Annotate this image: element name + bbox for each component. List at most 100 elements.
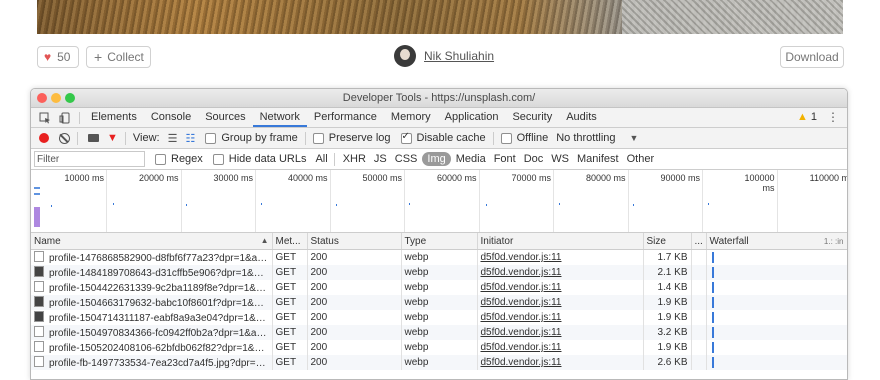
zoom-window-button[interactable] [65, 93, 75, 103]
group-by-frame-checkbox[interactable] [205, 132, 217, 144]
filter-type-font[interactable]: Font [491, 152, 519, 166]
like-button[interactable]: ♥ 50 [37, 46, 79, 68]
camera-icon[interactable] [88, 134, 99, 142]
initiator-link[interactable]: d5f0d.vendor.js:11 [481, 327, 562, 338]
warnings-counter[interactable]: ▲ 1 [797, 108, 817, 127]
preserve-log-checkbox[interactable] [312, 132, 324, 144]
cell-status: 200 [307, 249, 402, 265]
network-overview[interactable]: 10000 ms 20000 ms 30000 ms 40000 ms 50000 ms… [31, 170, 847, 233]
filter-type-media[interactable]: Media [453, 152, 489, 166]
filter-type-ws[interactable]: WS [548, 152, 572, 166]
download-button[interactable]: Download [780, 46, 844, 68]
group-by-frame-label: Group by frame [221, 132, 298, 144]
cell-initiator[interactable]: d5f0d.vendor.js:11 [477, 340, 644, 355]
cell-size: 1.7 KB [643, 249, 692, 265]
close-window-button[interactable] [37, 93, 47, 103]
column-method[interactable]: Met... [272, 233, 308, 250]
filter-type-other[interactable]: Other [624, 152, 658, 166]
column-status[interactable]: Status [307, 233, 402, 250]
overview-tick-label: 10000 ms [64, 173, 104, 183]
cell-waterfall [706, 265, 847, 280]
request-name: profile-fb-1497733534-7ea23cd7a4f5.jpg?d… [49, 358, 272, 369]
filter-type-xhr[interactable]: XHR [340, 152, 369, 166]
column-size[interactable]: Size [643, 233, 692, 250]
tab-console[interactable]: Console [144, 108, 198, 127]
initiator-link[interactable]: d5f0d.vendor.js:11 [481, 282, 562, 293]
tab-memory[interactable]: Memory [384, 108, 438, 127]
cell-name[interactable]: profile-1505202408106-62bfdb062f82?dpr=1… [31, 340, 273, 355]
tab-security[interactable]: Security [505, 108, 559, 127]
cell-initiator[interactable]: d5f0d.vendor.js:11 [477, 280, 644, 295]
author[interactable]: Nik Shuliahin [394, 45, 494, 67]
photo-image[interactable] [37, 0, 843, 34]
initiator-link[interactable]: d5f0d.vendor.js:11 [481, 252, 562, 263]
cell-status: 200 [307, 325, 402, 340]
disable-cache-checkbox[interactable] [400, 131, 412, 144]
cell-initiator[interactable]: d5f0d.vendor.js:11 [477, 249, 644, 265]
cell-initiator[interactable]: d5f0d.vendor.js:11 [477, 325, 644, 340]
tab-sources[interactable]: Sources [198, 108, 252, 127]
cell-initiator[interactable]: d5f0d.vendor.js:11 [477, 295, 644, 310]
initiator-link[interactable]: d5f0d.vendor.js:11 [481, 342, 562, 353]
author-name[interactable]: Nik Shuliahin [424, 49, 494, 63]
table-row[interactable]: profile-1505202408106-62bfdb062f82?dpr=1… [31, 340, 847, 355]
minimize-window-button[interactable] [51, 93, 61, 103]
initiator-link[interactable]: d5f0d.vendor.js:11 [481, 357, 562, 368]
cell-name[interactable]: profile-1504422631339-9c2ba1189f8e?dpr=1… [31, 280, 273, 295]
cell-initiator[interactable]: d5f0d.vendor.js:11 [477, 310, 644, 325]
table-row[interactable]: profile-1504970834366-fc0942ff0b2a?dpr=1… [31, 325, 847, 340]
tab-network[interactable]: Network [252, 108, 307, 127]
large-rows-icon[interactable]: ☰ [168, 132, 178, 145]
filter-type-css[interactable]: CSS [392, 152, 421, 166]
filter-type-all[interactable]: All [312, 152, 330, 166]
column-type[interactable]: Type [401, 233, 478, 250]
device-toolbar-icon[interactable] [59, 112, 71, 124]
cell-name[interactable]: profile-1504663179632-babc10f8601f?dpr=1… [31, 295, 273, 310]
table-row[interactable]: profile-1504714311187-eabf8a9a3e04?dpr=1… [31, 310, 847, 325]
hide-data-urls-checkbox[interactable] [212, 153, 224, 165]
overview-grid-line [478, 170, 480, 232]
cell-initiator[interactable]: d5f0d.vendor.js:11 [477, 265, 644, 280]
collect-button[interactable]: + Collect [86, 46, 151, 68]
table-row[interactable]: profile-1504663179632-babc10f8601f?dpr=1… [31, 295, 847, 310]
cell-name[interactable]: profile-1484189708643-d31cffb5e906?dpr=1… [31, 265, 273, 280]
table-row[interactable]: profile-1504422631339-9c2ba1189f8e?dpr=1… [31, 280, 847, 295]
regex-checkbox[interactable] [155, 153, 166, 165]
filter-type-js[interactable]: JS [371, 152, 390, 166]
tab-performance[interactable]: Performance [307, 108, 384, 127]
filter-funnel-icon[interactable]: ▼ [107, 132, 118, 144]
filter-type-manifest[interactable]: Manifest [574, 152, 622, 166]
inspect-element-icon[interactable] [39, 112, 51, 124]
tab-elements[interactable]: Elements [84, 108, 144, 127]
cell-size: 2.1 KB [643, 265, 692, 280]
more-options-icon[interactable]: ⋮ [827, 108, 839, 127]
column-initiator[interactable]: Initiator [477, 233, 644, 250]
chevron-down-icon[interactable]: ▼ [630, 133, 639, 143]
initiator-link[interactable]: d5f0d.vendor.js:11 [481, 312, 562, 323]
cell-name[interactable]: profile-1476868582900-d8fbf6f77a23?dpr=1… [31, 249, 273, 265]
initiator-link[interactable]: d5f0d.vendor.js:11 [481, 267, 562, 278]
cell-name[interactable]: profile-1504714311187-eabf8a9a3e04?dpr=1… [31, 310, 273, 325]
overview-grid-line [106, 170, 107, 232]
offline-checkbox[interactable] [500, 132, 512, 144]
tab-audits[interactable]: Audits [559, 108, 604, 127]
table-row[interactable]: profile-1484189708643-d31cffb5e906?dpr=1… [31, 265, 847, 280]
overview-tick-label: 110000 m [809, 173, 848, 183]
column-name[interactable]: Name ▲ [31, 233, 273, 250]
collect-label: Collect [107, 50, 144, 64]
filter-type-img[interactable]: Img [422, 152, 451, 166]
tab-application[interactable]: Application [438, 108, 506, 127]
initiator-link[interactable]: d5f0d.vendor.js:11 [481, 297, 562, 308]
table-row[interactable]: profile-1476868582900-d8fbf6f77a23?dpr=1… [31, 249, 847, 265]
column-waterfall[interactable]: Waterfall 1.: :in [706, 233, 847, 250]
overview-request-dot [633, 204, 634, 206]
cell-name[interactable]: profile-1504970834366-fc0942ff0b2a?dpr=1… [31, 325, 273, 340]
column-more[interactable]: ... [691, 233, 707, 250]
throttling-select[interactable]: No throttling [556, 132, 615, 144]
overview-icon[interactable]: ☷ [185, 132, 195, 145]
avatar[interactable] [394, 45, 416, 67]
record-icon[interactable] [39, 133, 49, 143]
filter-type-doc[interactable]: Doc [521, 152, 547, 166]
filter-input[interactable] [34, 151, 145, 167]
clear-icon[interactable] [59, 132, 70, 144]
